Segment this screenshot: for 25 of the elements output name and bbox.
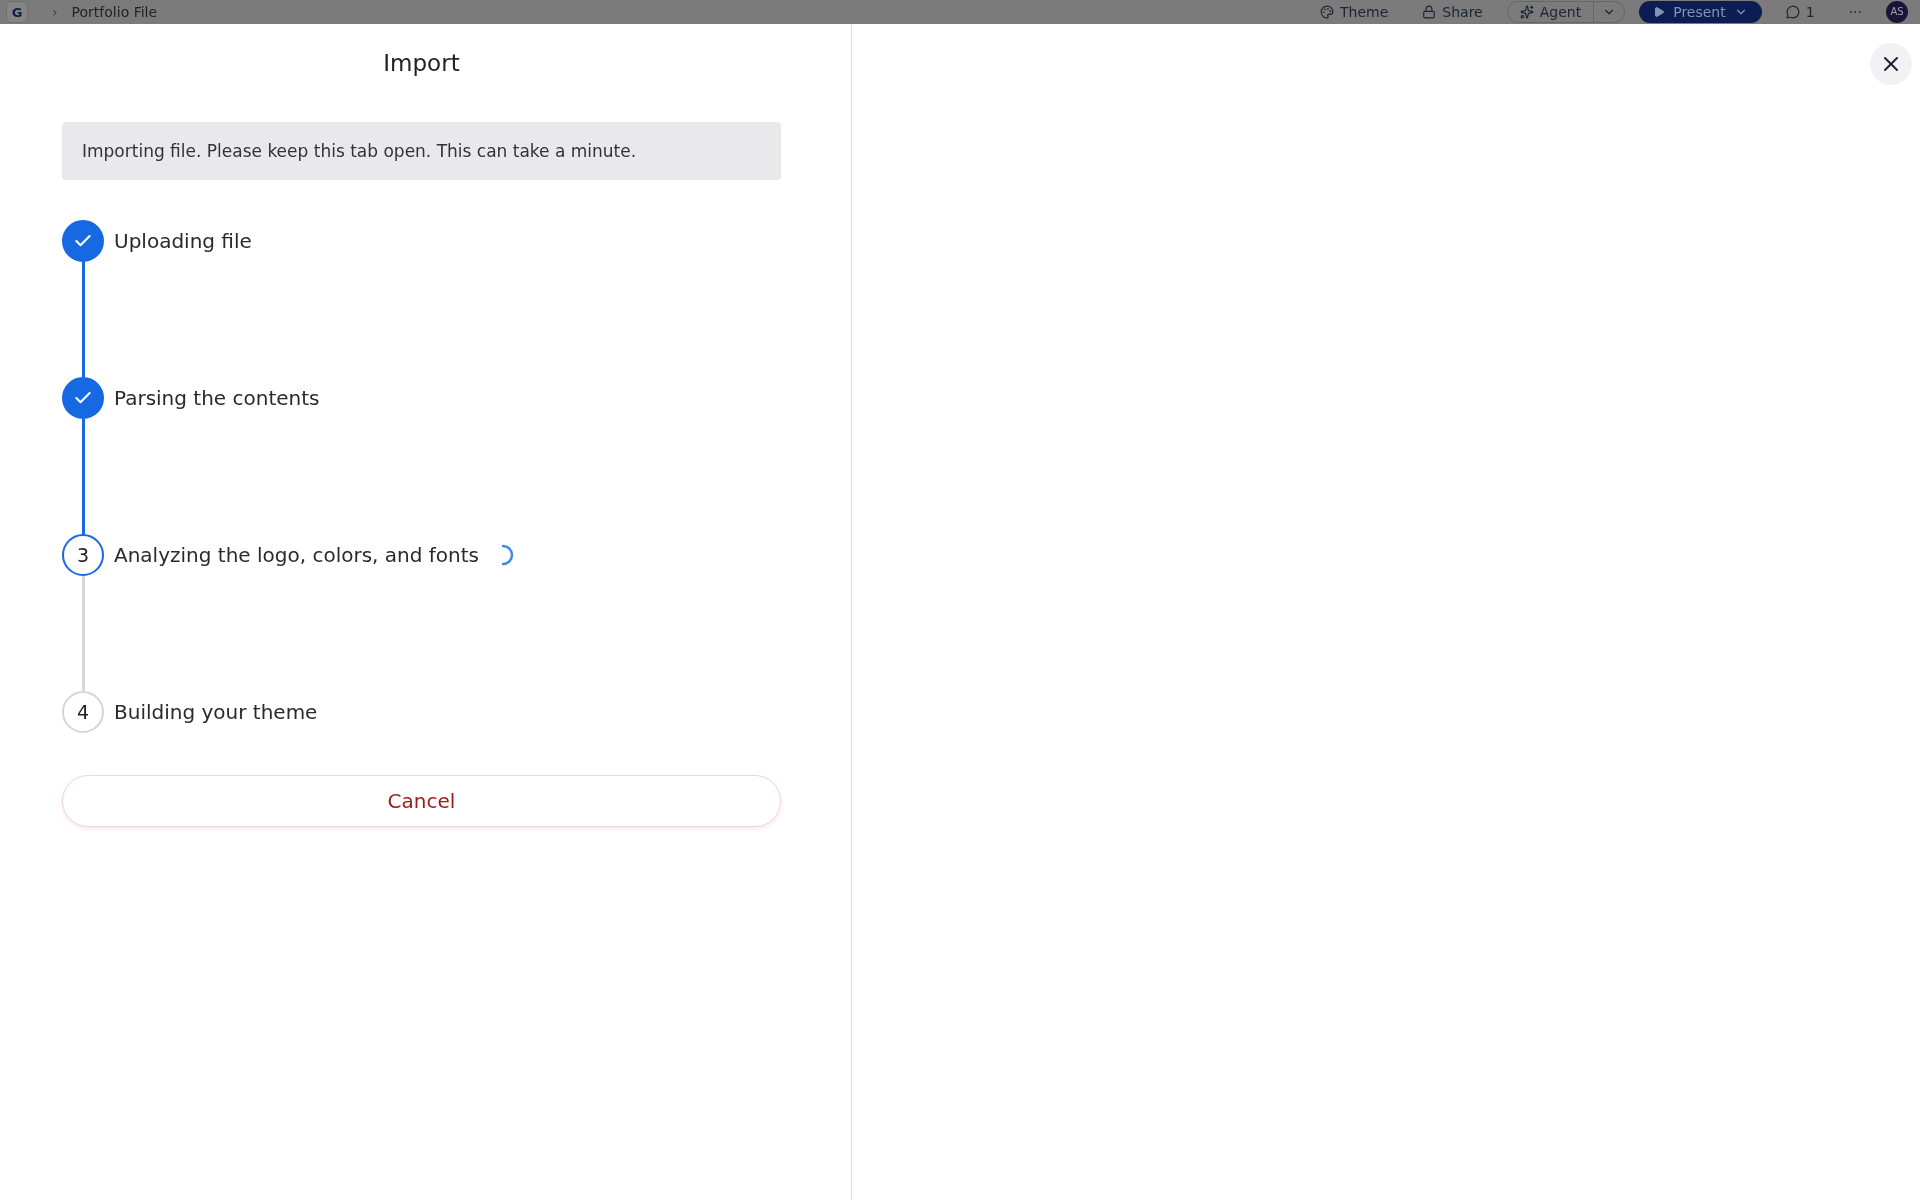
step-number: 3 — [62, 534, 104, 576]
palette-icon — [1320, 5, 1335, 19]
import-notice: Importing file. Please keep this tab open. This can take a minute. — [62, 122, 781, 180]
step-label: Uploading file — [114, 229, 252, 253]
sparkle-icon — [1519, 5, 1534, 19]
comment-icon — [1785, 5, 1800, 19]
breadcrumb-separator: › — [52, 3, 58, 21]
theme-button[interactable]: Theme — [1310, 3, 1399, 21]
share-button[interactable]: Share — [1412, 3, 1493, 21]
step-label: Building your theme — [114, 700, 318, 724]
close-button[interactable] — [1870, 43, 1912, 85]
app-logo[interactable]: G — [6, 1, 28, 23]
more-button[interactable]: ··· — [1838, 3, 1872, 21]
comments-button[interactable]: 1 — [1775, 3, 1825, 21]
lock-icon — [1422, 5, 1437, 19]
step-number: 4 — [62, 691, 104, 733]
play-icon — [1653, 6, 1666, 18]
loading-spinner-icon — [501, 544, 515, 566]
cancel-button[interactable]: Cancel — [62, 775, 781, 827]
step-label: Analyzing the logo, colors, and fonts — [114, 543, 479, 567]
present-button[interactable]: Present — [1639, 1, 1762, 23]
step-label: Parsing the contents — [114, 386, 320, 410]
user-avatar[interactable]: AS — [1886, 1, 1908, 23]
file-name[interactable]: Portfolio File — [71, 3, 158, 21]
dialog-title: Import — [382, 50, 461, 76]
